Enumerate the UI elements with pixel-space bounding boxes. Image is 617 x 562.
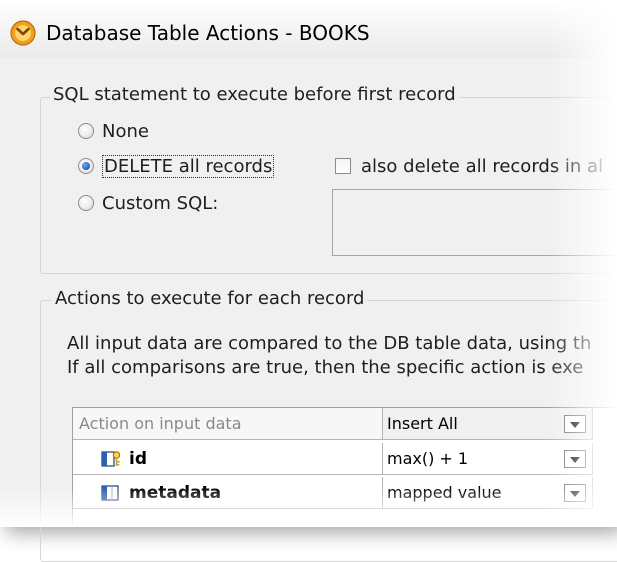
grid-row-metadata-field: metadata xyxy=(73,477,383,509)
radio-none-button[interactable] xyxy=(78,123,94,139)
metadata-value-select-value: mapped value xyxy=(387,483,502,502)
action-select[interactable]: Insert All xyxy=(383,408,593,440)
actions-description-line-1: All input data are compared to the DB ta… xyxy=(67,333,592,354)
action-select-value: Insert All xyxy=(387,414,458,433)
also-delete-checkbox-label: also delete all records in al xyxy=(361,155,604,177)
actions-group-legend: Actions to execute for each record xyxy=(52,288,368,310)
chevron-down-icon xyxy=(570,421,580,428)
radio-none[interactable]: None xyxy=(78,118,149,144)
id-value-select[interactable]: max() + 1 xyxy=(383,443,593,475)
grid-row-id-name: id xyxy=(129,448,147,469)
radio-none-label: None xyxy=(102,120,149,142)
custom-sql-textarea[interactable] xyxy=(332,189,617,256)
grid-row-metadata-name: metadata xyxy=(129,482,222,503)
column-field-icon xyxy=(101,484,119,501)
grid-row-id-field: id xyxy=(73,443,383,475)
radio-custom-sql-label: Custom SQL: xyxy=(102,192,219,214)
actions-grid: Action on input data Insert All id max()… xyxy=(72,407,617,527)
grid-row-id: id max() + 1 xyxy=(73,443,617,475)
also-delete-checkbox-row[interactable]: also delete all records in al xyxy=(335,153,603,179)
grid-row-metadata: metadata mapped value xyxy=(73,477,617,509)
metadata-value-dropdown-button[interactable] xyxy=(564,484,586,502)
action-select-dropdown-button[interactable] xyxy=(564,415,586,433)
metadata-value-select[interactable]: mapped value xyxy=(383,477,593,509)
chevron-down-icon xyxy=(570,490,580,497)
altova-app-icon xyxy=(10,20,36,46)
radio-custom-sql[interactable]: Custom SQL: xyxy=(78,190,218,216)
chevron-down-icon xyxy=(570,456,580,463)
radio-custom-sql-button[interactable] xyxy=(78,195,94,211)
title-bar: Database Table Actions - BOOKS xyxy=(0,0,617,58)
radio-delete-all-button[interactable] xyxy=(78,158,94,174)
radio-delete-all[interactable]: DELETE all records xyxy=(78,153,275,179)
id-value-select-value: max() + 1 xyxy=(387,449,469,468)
primary-key-field-icon xyxy=(101,450,121,467)
radio-delete-all-label: DELETE all records xyxy=(102,154,275,178)
window-title: Database Table Actions - BOOKS xyxy=(46,21,370,45)
also-delete-checkbox[interactable] xyxy=(335,158,351,174)
pre-sql-group-legend: SQL statement to execute before first re… xyxy=(50,84,459,106)
grid-header-row: Action on input data Insert All xyxy=(73,408,617,440)
actions-description-line-2: If all comparisons are true, then the sp… xyxy=(67,357,584,378)
id-value-dropdown-button[interactable] xyxy=(564,450,586,468)
database-table-actions-dialog: Database Table Actions - BOOKS SQL state… xyxy=(0,0,617,562)
grid-header-label: Action on input data xyxy=(73,408,383,440)
